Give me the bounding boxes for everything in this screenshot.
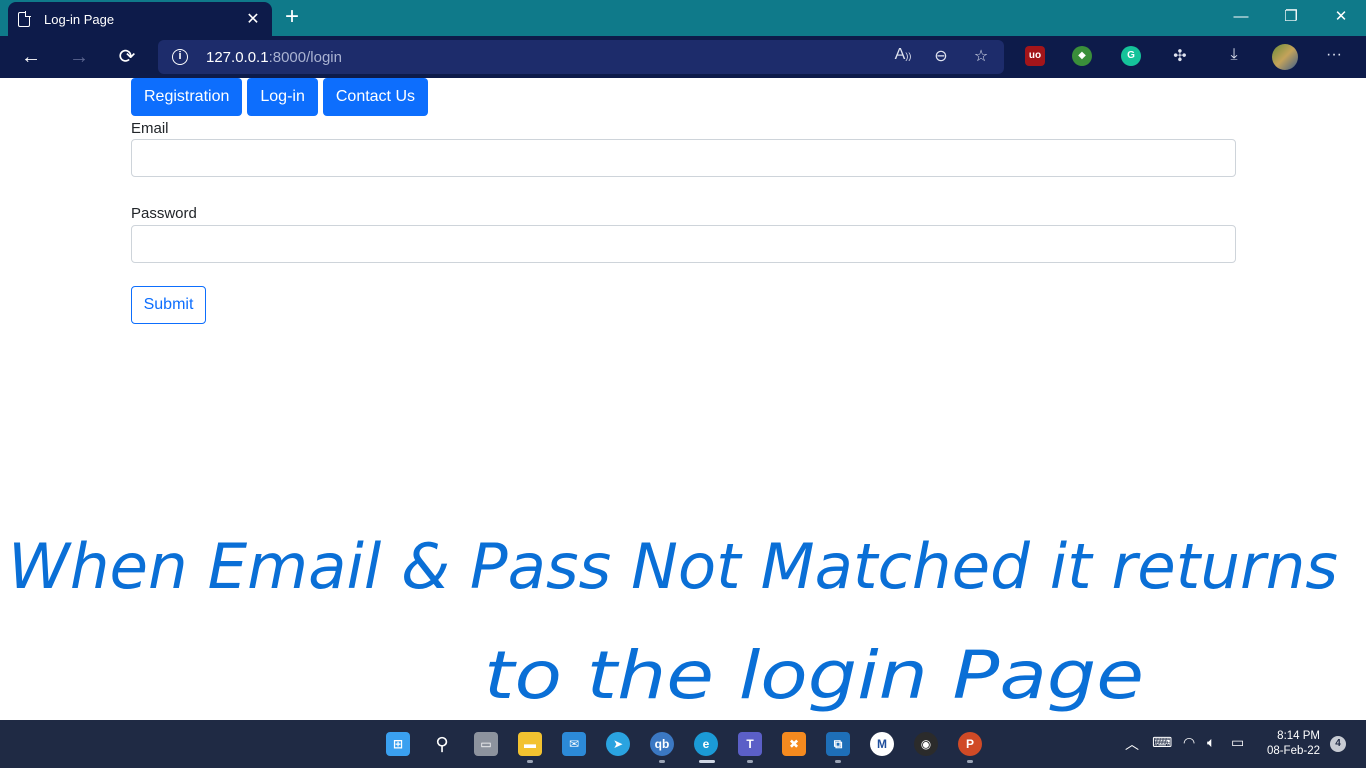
running-indicator xyxy=(527,760,533,763)
start-icon[interactable]: ⊞ xyxy=(386,732,410,756)
xampp-icon[interactable]: ✖ xyxy=(782,732,806,756)
running-indicator xyxy=(967,760,973,763)
volume-icon[interactable]: 🔈︎ xyxy=(1207,734,1215,751)
back-button[interactable]: ← xyxy=(17,44,45,70)
running-indicator xyxy=(835,760,841,763)
qbittorrent-icon[interactable]: qb xyxy=(650,732,674,756)
url-path: :8000/login xyxy=(268,48,342,66)
login-page: Registration Log-in Contact Us Email Pas… xyxy=(0,78,1366,720)
wifi-icon[interactable]: ◠ xyxy=(1183,734,1195,751)
extensions-icon[interactable]: ✣ xyxy=(1169,46,1191,66)
app-icon[interactable]: M xyxy=(870,732,894,756)
task-view-icon[interactable]: ▭ xyxy=(474,732,498,756)
powerpoint-icon[interactable]: P xyxy=(958,732,982,756)
chevron-up-icon[interactable]: ︿ xyxy=(1125,734,1139,754)
clock-time: 8:14 PM xyxy=(1277,730,1320,742)
clock-date: 08-Feb-22 xyxy=(1266,745,1320,757)
vscode-icon[interactable]: ⧉ xyxy=(826,732,850,756)
close-window-button[interactable]: ✕ xyxy=(1316,0,1366,34)
profile-avatar[interactable] xyxy=(1272,44,1298,70)
running-indicator xyxy=(747,760,753,763)
downloads-icon[interactable]: ⤓ xyxy=(1223,46,1245,64)
reload-button[interactable]: ⟳ xyxy=(113,44,141,70)
grammarly-extension-icon[interactable]: G xyxy=(1121,46,1141,66)
tab-title: Log-in Page xyxy=(44,11,115,27)
running-indicator xyxy=(659,760,665,763)
extension-icon[interactable]: ◆ xyxy=(1072,46,1092,66)
edge-icon[interactable]: e xyxy=(694,732,718,756)
annotation-line-1: When Email & Pass Not Matched it returns xyxy=(8,530,1338,603)
add-favorite-icon[interactable]: ☆ xyxy=(970,46,992,66)
minimize-button[interactable]: — xyxy=(1216,0,1266,34)
teams-icon[interactable]: T xyxy=(738,732,762,756)
search-icon[interactable]: ⚲ xyxy=(430,732,454,756)
email-label: Email xyxy=(131,120,169,137)
contact-us-button[interactable]: Contact Us xyxy=(322,78,428,116)
browser-tab[interactable]: Log-in Page ✕ xyxy=(8,2,272,36)
submit-button[interactable]: Submit xyxy=(131,286,206,324)
annotation-line-2: to the login Page xyxy=(484,637,1144,714)
handwritten-annotation: When Email & Pass Not Matched it returns… xyxy=(0,478,1366,720)
restore-button[interactable]: ❐ xyxy=(1266,0,1316,34)
zoom-out-icon[interactable]: ⊖ xyxy=(930,46,952,66)
new-tab-button[interactable]: + xyxy=(280,4,304,30)
email-field[interactable] xyxy=(131,139,1236,177)
file-explorer-icon[interactable]: ▬ xyxy=(518,732,542,756)
read-aloud-icon[interactable]: A)) xyxy=(892,46,914,64)
password-label: Password xyxy=(131,205,197,222)
forward-button[interactable]: → xyxy=(65,44,93,70)
battery-icon[interactable]: ▭ xyxy=(1231,734,1244,751)
active-indicator xyxy=(699,760,715,763)
mail-icon[interactable]: ✉ xyxy=(562,732,586,756)
site-info-icon[interactable]: i xyxy=(172,49,188,65)
login-button[interactable]: Log-in xyxy=(247,78,318,116)
browser-toolbar: ← → ⟳ i 127.0.0.1:8000/login A)) ⊖ ☆ uo … xyxy=(0,36,1366,78)
obs-icon[interactable]: ◉ xyxy=(914,732,938,756)
telegram-icon[interactable]: ➤ xyxy=(606,732,630,756)
system-clock[interactable]: 8:14 PM 08-Feb-22 xyxy=(1258,729,1320,759)
more-menu-icon[interactable]: ··· xyxy=(1323,46,1345,64)
close-tab-icon[interactable]: ✕ xyxy=(244,9,262,29)
annotation-canvas: When Email & Pass Not Matched it returns… xyxy=(8,530,1338,714)
address-bar[interactable]: i 127.0.0.1:8000/login xyxy=(158,40,1004,74)
taskbar: ⊞ ⚲ ▭ ▬ ✉ ➤ qb e T ✖ ⧉ M ◉ P ︿ ⌨ ◠ 🔈︎ ▭ … xyxy=(0,720,1366,768)
url-host: 127.0.0.1 xyxy=(206,48,269,66)
registration-button[interactable]: Registration xyxy=(131,78,243,116)
keyboard-icon[interactable]: ⌨ xyxy=(1152,734,1172,751)
browser-title-bar: Log-in Page ✕ + — ❐ ✕ xyxy=(0,0,1366,36)
password-field[interactable] xyxy=(131,225,1236,263)
notification-badge[interactable]: 4 xyxy=(1330,736,1346,752)
page-icon xyxy=(18,10,31,27)
ublock-extension-icon[interactable]: uo xyxy=(1025,46,1045,66)
nav-links: Registration Log-in Contact Us xyxy=(131,78,428,116)
